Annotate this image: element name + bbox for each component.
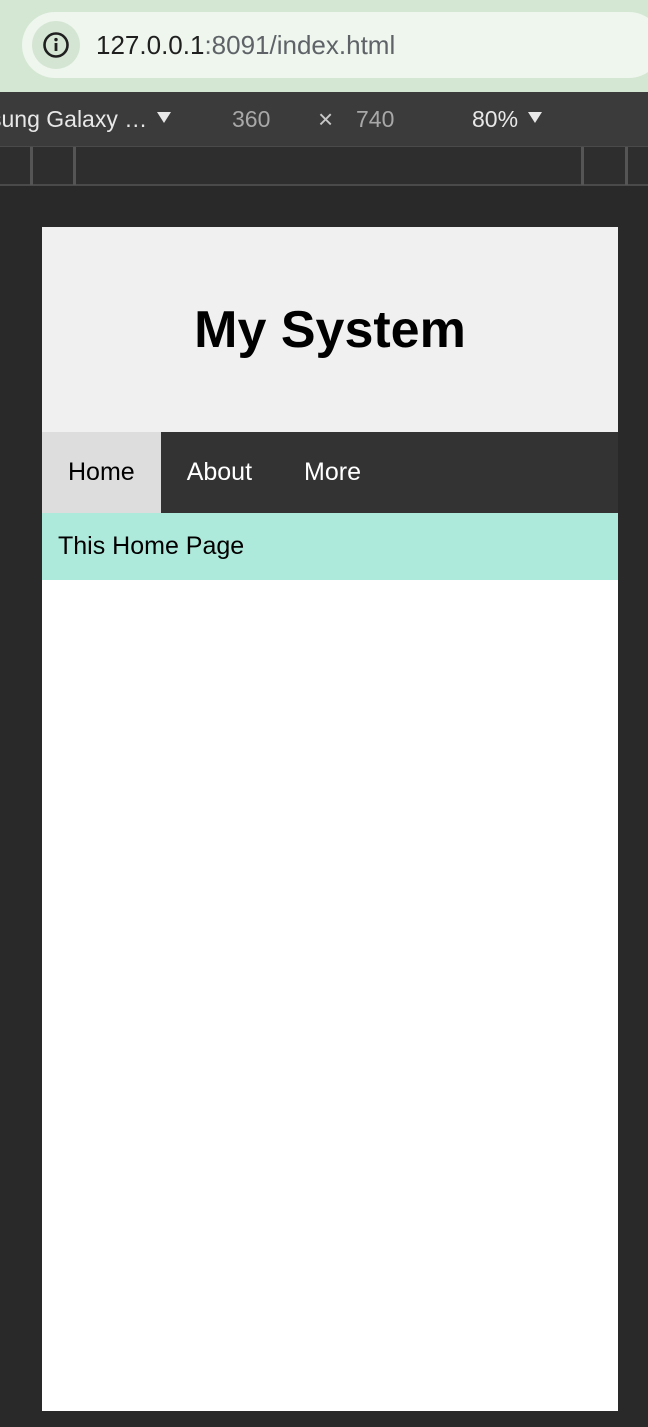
- ruler-tick: [625, 147, 628, 185]
- device-select[interactable]: sung Galaxy …: [0, 92, 172, 146]
- url-host: 127.0.0.1: [96, 30, 205, 60]
- height-input[interactable]: 740: [356, 92, 394, 146]
- address-bar[interactable]: 127.0.0.1:8091/index.html: [22, 12, 648, 78]
- zoom-label: 80%: [472, 106, 519, 132]
- nav-link-about[interactable]: About: [161, 432, 278, 513]
- site-info-button[interactable]: [32, 21, 80, 69]
- nav-link-home[interactable]: Home: [42, 432, 161, 513]
- page-title: My System: [194, 300, 466, 359]
- site-header: My System: [42, 227, 618, 432]
- site-nav: Home About More: [42, 432, 618, 513]
- caret-down-icon: [157, 112, 172, 124]
- media-query-ruler: [0, 146, 648, 186]
- caret-down-icon: [528, 112, 543, 124]
- ruler-tick: [73, 147, 76, 185]
- url-text[interactable]: 127.0.0.1:8091/index.html: [96, 12, 395, 78]
- device-viewport: My System Home About More This Home Page: [42, 227, 618, 1411]
- ruler-tick: [581, 147, 584, 185]
- address-bar-strip: 127.0.0.1:8091/index.html: [0, 0, 648, 92]
- device-name-label: sung Galaxy …: [0, 106, 148, 132]
- url-path: :8091/index.html: [204, 30, 396, 60]
- info-icon: [43, 32, 69, 58]
- zoom-select[interactable]: 80%: [472, 92, 543, 146]
- content-banner: This Home Page: [42, 513, 618, 580]
- width-input[interactable]: 360: [232, 92, 270, 146]
- device-toolbar: sung Galaxy … 360 × 740 80%: [0, 92, 648, 146]
- ruler-tick: [30, 147, 33, 185]
- times-icon: ×: [318, 104, 334, 134]
- nav-link-more[interactable]: More: [278, 432, 387, 513]
